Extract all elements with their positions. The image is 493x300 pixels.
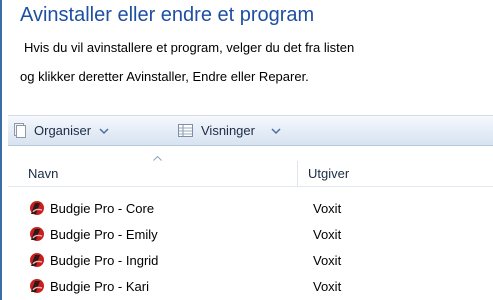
page-description-line1: Hvis du vil avinstallere et program, vel… <box>24 40 355 55</box>
views-label: Visninger <box>201 123 255 138</box>
program-row[interactable]: Budgie Pro - Ingrid Voxit <box>8 249 493 271</box>
column-header-name-label: Navn <box>28 166 59 181</box>
page-title: Avinstaller eller endre et program <box>20 4 315 26</box>
program-row[interactable]: Budgie Pro - Emily Voxit <box>8 223 493 245</box>
left-pane-border <box>0 0 2 300</box>
program-publisher: Voxit <box>313 252 342 268</box>
program-name: Budgie Pro - Ingrid <box>50 252 159 268</box>
program-name: Budgie Pro - Core <box>50 200 155 216</box>
column-header-publisher-label: Utgiver <box>308 166 350 181</box>
views-button[interactable]: Visninger <box>178 116 281 145</box>
program-publisher: Voxit <box>313 226 342 242</box>
program-name: Budgie Pro - Kari <box>50 278 149 294</box>
chevron-down-icon <box>99 127 109 134</box>
budgie-pro-icon <box>30 227 44 241</box>
document-icon <box>14 123 26 138</box>
organise-label: Organiser <box>34 123 92 138</box>
list-column-header: Navn Utgiver <box>8 156 493 187</box>
sort-ascending-icon <box>153 156 162 161</box>
program-row[interactable]: Budgie Pro - Kari Voxit <box>8 275 493 297</box>
program-publisher: Voxit <box>313 200 342 216</box>
command-toolbar: Organiser Visninger <box>8 115 493 146</box>
budgie-pro-icon <box>30 253 44 267</box>
programs-and-features-window: Avinstaller eller endre et program Hvis … <box>0 0 493 300</box>
budgie-pro-icon <box>30 279 44 293</box>
page-description-line2: og klikker deretter Avinstaller, Endre e… <box>20 69 309 84</box>
views-grid-icon <box>178 124 193 137</box>
program-row[interactable]: Budgie Pro - Core Voxit <box>8 197 493 219</box>
column-header-name[interactable]: Navn <box>8 156 298 186</box>
program-name: Budgie Pro - Emily <box>50 226 158 242</box>
program-publisher: Voxit <box>313 278 342 294</box>
chevron-down-icon <box>271 127 281 134</box>
organise-button[interactable]: Organiser <box>14 116 109 145</box>
column-header-publisher[interactable]: Utgiver <box>308 161 349 186</box>
budgie-pro-icon <box>30 201 44 215</box>
